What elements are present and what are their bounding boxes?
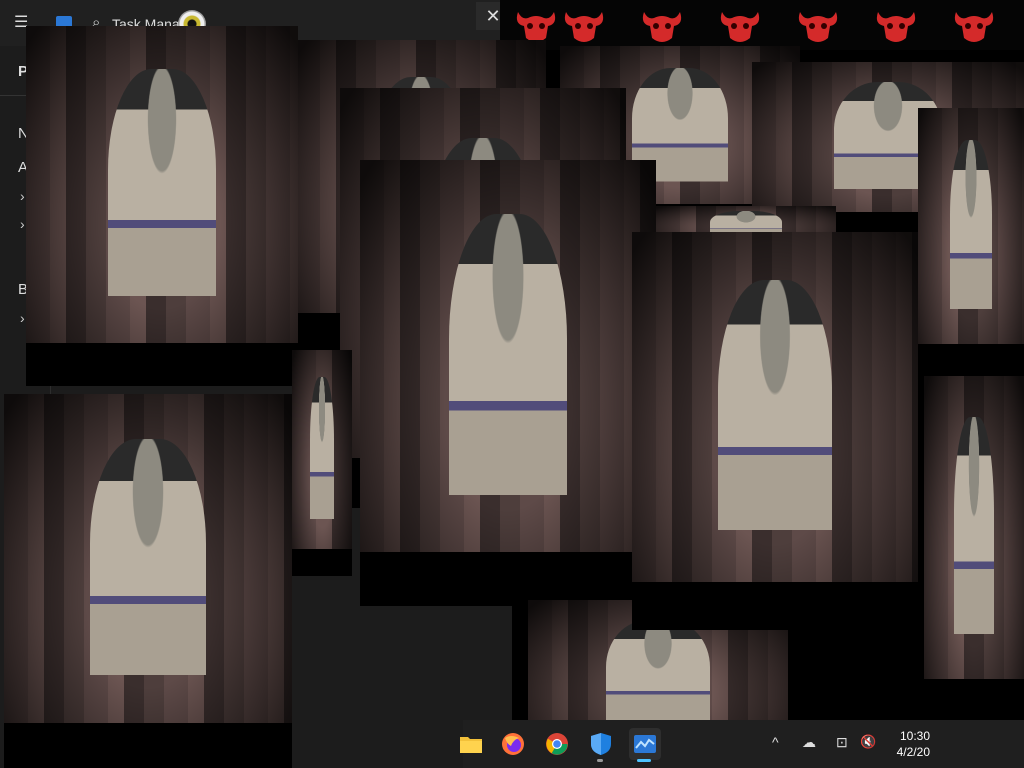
doll-photo-popup bbox=[292, 350, 352, 576]
task-manager-icon[interactable] bbox=[629, 728, 661, 760]
red-demon-skull-icon bbox=[954, 12, 994, 42]
doll-photo-popup bbox=[4, 394, 292, 768]
red-demon-skull-icon bbox=[564, 12, 604, 42]
red-demon-skull-icon bbox=[642, 12, 682, 42]
red-demon-skull-icon bbox=[720, 12, 760, 42]
network-icon[interactable]: ⊡ bbox=[836, 734, 848, 751]
doll-photo-popup bbox=[360, 160, 656, 606]
taskbar bbox=[460, 720, 1024, 768]
clock[interactable]: 10:30 4/2/20 bbox=[890, 728, 930, 760]
clock-date: 4/2/20 bbox=[896, 745, 930, 759]
chrome-icon[interactable] bbox=[541, 728, 573, 760]
expand-chevron-icon[interactable]: › bbox=[20, 216, 25, 232]
onedrive-icon[interactable]: ☁ bbox=[802, 734, 816, 751]
file-explorer-icon[interactable] bbox=[455, 728, 487, 760]
doll-photo-popup bbox=[924, 376, 1024, 720]
show-hidden-icons-chevron[interactable]: ^ bbox=[772, 734, 779, 750]
doll-photo-popup bbox=[632, 232, 918, 630]
red-demon-skull-icon bbox=[798, 12, 838, 42]
windows-security-icon[interactable] bbox=[585, 728, 617, 760]
active-indicator bbox=[637, 759, 651, 762]
running-indicator bbox=[597, 759, 603, 762]
expand-chevron-icon[interactable]: › bbox=[20, 188, 25, 204]
demon-banner bbox=[500, 0, 1024, 50]
clock-time: 10:30 bbox=[899, 729, 930, 743]
firefox-icon[interactable] bbox=[497, 728, 529, 760]
expand-chevron-icon[interactable]: › bbox=[20, 310, 25, 326]
doll-photo-popup bbox=[918, 108, 1024, 376]
red-demon-skull-icon bbox=[876, 12, 916, 42]
doll-photo-popup bbox=[26, 26, 298, 386]
volume-muted-icon[interactable]: 🔇 bbox=[860, 734, 876, 750]
